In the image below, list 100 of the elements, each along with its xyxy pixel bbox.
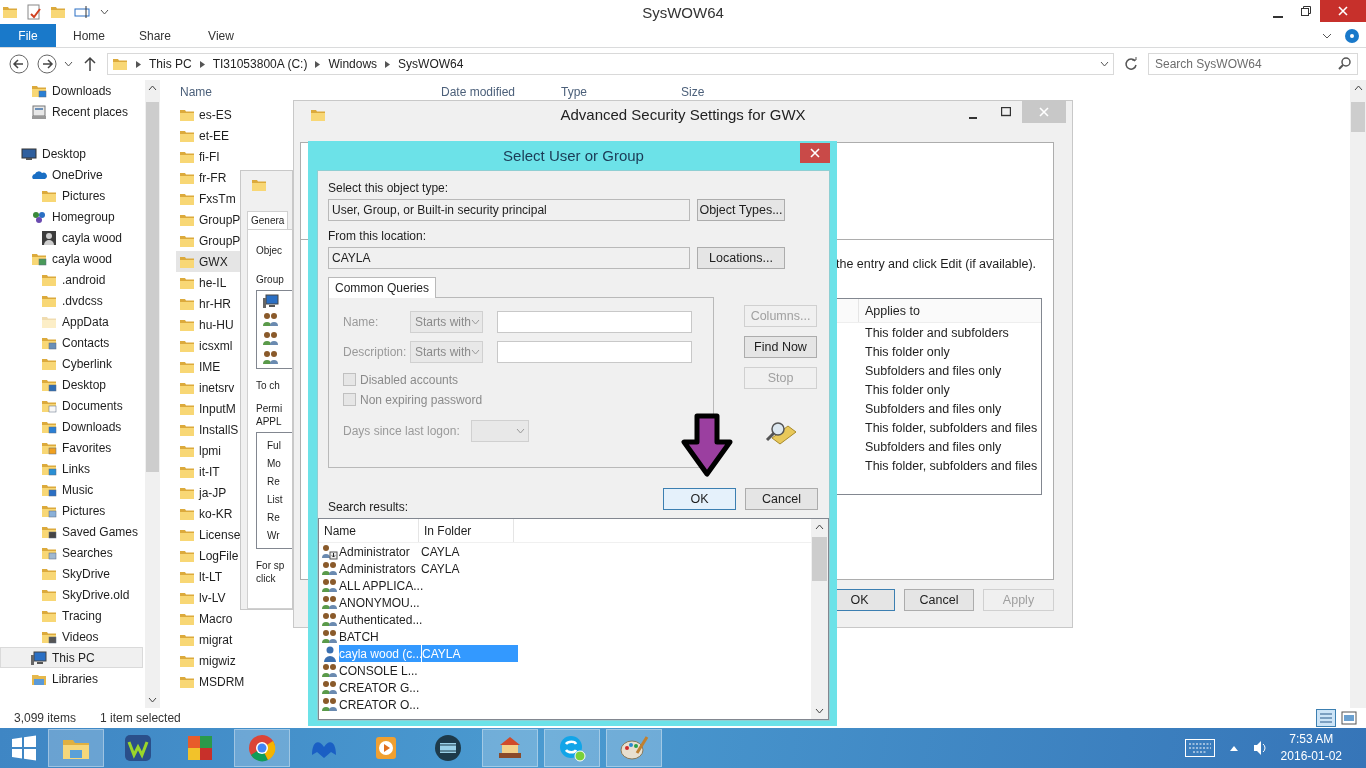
- file-row[interactable]: FxsTm: [176, 188, 240, 209]
- ribbon-tab[interactable]: Share: [122, 24, 188, 47]
- file-row[interactable]: hu-HU: [176, 314, 240, 335]
- nav-item[interactable]: This PC: [0, 647, 143, 668]
- general-tab[interactable]: Genera: [247, 211, 289, 229]
- file-row[interactable]: ko-KR: [176, 503, 240, 524]
- nav-item[interactable]: Libraries: [0, 668, 143, 689]
- file-row[interactable]: migrat: [176, 629, 240, 650]
- ribbon-tab[interactable]: Home: [56, 24, 122, 47]
- nav-item[interactable]: SkyDrive: [0, 563, 143, 584]
- object-types-button[interactable]: Object Types...: [697, 199, 785, 221]
- rename-icon[interactable]: [74, 5, 92, 19]
- nav-item[interactable]: OneDrive: [0, 164, 143, 185]
- file-row[interactable]: lv-LV: [176, 587, 240, 608]
- show-hidden-icons-icon[interactable]: [1228, 744, 1239, 752]
- file-row[interactable]: icsxml: [176, 335, 240, 356]
- ok-button[interactable]: OK: [663, 488, 736, 510]
- breadcrumb[interactable]: SysWOW64: [398, 57, 464, 71]
- speaker-icon[interactable]: [1252, 740, 1267, 756]
- file-row[interactable]: fi-FI: [176, 146, 240, 167]
- column-header[interactable]: In Folder: [419, 519, 514, 542]
- nav-item[interactable]: cayla wood: [0, 248, 143, 269]
- file-row[interactable]: License: [176, 524, 240, 545]
- nav-item[interactable]: Favorites: [0, 437, 143, 458]
- file-row[interactable]: InputM: [176, 398, 240, 419]
- nav-item[interactable]: Saved Games: [0, 521, 143, 542]
- scroll-thumb[interactable]: [1351, 102, 1365, 132]
- nav-item[interactable]: Downloads: [0, 416, 143, 437]
- dialog-button[interactable]: Cancel: [904, 589, 974, 611]
- thumbnail-view-icon[interactable]: [1340, 709, 1358, 727]
- nav-item[interactable]: AppData: [0, 311, 143, 332]
- query-button[interactable]: Find Now: [744, 336, 817, 358]
- close-button[interactable]: [800, 143, 830, 163]
- nav-item[interactable]: Recent places: [0, 101, 143, 122]
- file-row[interactable]: fr-FR: [176, 167, 240, 188]
- file-tab[interactable]: File: [0, 24, 56, 47]
- file-row[interactable]: GroupP: [176, 209, 240, 230]
- nav-item[interactable]: .dvdcss: [0, 290, 143, 311]
- breadcrumb[interactable]: This PC: [149, 57, 192, 71]
- file-row[interactable]: he-IL: [176, 272, 240, 293]
- file-scrollbar[interactable]: [1350, 80, 1366, 708]
- nav-item[interactable]: Homegroup: [0, 206, 143, 227]
- scroll-thumb[interactable]: [146, 102, 159, 472]
- file-row[interactable]: et-EE: [176, 125, 240, 146]
- result-name[interactable]: CREATOR O...: [339, 696, 422, 713]
- result-name[interactable]: Authenticated...: [339, 611, 425, 628]
- nav-item[interactable]: Desktop: [0, 374, 143, 395]
- nav-item[interactable]: Downloads: [0, 80, 143, 101]
- result-name[interactable]: Administrators: [339, 560, 418, 577]
- address-bar[interactable]: This PC TI31053800A (C:) Windows SysWOW64: [107, 53, 1114, 75]
- details-view-icon[interactable]: [1316, 709, 1336, 727]
- nav-item[interactable]: Videos: [0, 626, 143, 647]
- file-row[interactable]: ja-JP: [176, 482, 240, 503]
- taskbar-app[interactable]: [482, 729, 538, 767]
- file-row[interactable]: it-IT: [176, 461, 240, 482]
- result-name[interactable]: ALL APPLICA...: [339, 577, 426, 594]
- column-header[interactable]: Date modified: [437, 85, 557, 99]
- search-field[interactable]: Search SysWOW64: [1148, 53, 1358, 75]
- nav-item[interactable]: Tracing: [0, 605, 143, 626]
- nav-item[interactable]: .android: [0, 269, 143, 290]
- nav-item[interactable]: Pictures: [0, 500, 143, 521]
- nav-item[interactable]: Cyberlink: [0, 353, 143, 374]
- forward-button[interactable]: [36, 53, 58, 75]
- file-row[interactable]: inetsrv: [176, 377, 240, 398]
- file-row[interactable]: IME: [176, 356, 240, 377]
- nav-item[interactable]: Pictures: [0, 185, 143, 206]
- nav-item[interactable]: Links: [0, 458, 143, 479]
- file-row[interactable]: GWX: [176, 251, 240, 272]
- nav-item[interactable]: SkyDrive.old: [0, 584, 143, 605]
- keyboard-icon[interactable]: [1184, 739, 1215, 757]
- clock[interactable]: 7:53 AM 2016-01-02: [1280, 731, 1342, 765]
- column-header[interactable]: Name: [176, 85, 437, 99]
- file-row[interactable]: es-ES: [176, 104, 240, 125]
- file-row[interactable]: GroupP: [176, 230, 240, 251]
- file-row[interactable]: hr-HR: [176, 293, 240, 314]
- nav-item[interactable]: Documents: [0, 395, 143, 416]
- column-header[interactable]: Name: [319, 519, 419, 542]
- locations-button[interactable]: Locations...: [697, 247, 785, 269]
- file-row[interactable]: Macro: [176, 608, 240, 629]
- back-button[interactable]: [8, 53, 30, 75]
- nav-item[interactable]: Searches: [0, 542, 143, 563]
- breadcrumb[interactable]: TI31053800A (C:): [212, 57, 308, 71]
- ribbon-tab[interactable]: View: [188, 24, 254, 47]
- common-queries-tab[interactable]: Common Queries: [328, 277, 437, 298]
- file-row[interactable]: lt-LT: [176, 566, 240, 587]
- file-row[interactable]: lpmi: [176, 440, 240, 461]
- result-name[interactable]: ANONYMOU...: [339, 594, 422, 611]
- result-name[interactable]: BATCH: [339, 628, 381, 645]
- file-row[interactable]: LogFile: [176, 545, 240, 566]
- properties-icon[interactable]: [26, 4, 42, 20]
- file-row[interactable]: migwiz: [176, 650, 240, 671]
- result-name[interactable]: Administrator: [339, 543, 412, 560]
- nav-item[interactable]: cayla wood: [0, 227, 143, 248]
- nav-item[interactable]: Desktop: [0, 143, 143, 164]
- nav-item[interactable]: Music: [0, 479, 143, 500]
- file-row[interactable]: InstallS: [176, 419, 240, 440]
- nav-item[interactable]: Contacts: [0, 332, 143, 353]
- cancel-button[interactable]: Cancel: [745, 488, 818, 510]
- nav-scrollbar[interactable]: [145, 80, 160, 708]
- column-header[interactable]: Type: [557, 85, 677, 99]
